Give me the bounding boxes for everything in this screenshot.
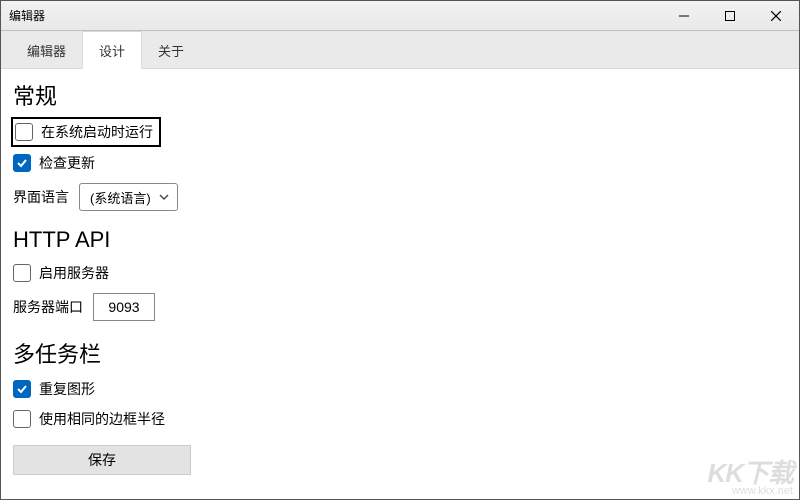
enable-server-label: 启用服务器 xyxy=(39,263,109,283)
same-radius-label: 使用相同的边框半径 xyxy=(39,409,165,429)
run-on-startup-row[interactable]: 在系统启动时运行 xyxy=(13,119,159,145)
maximize-button[interactable] xyxy=(707,1,753,30)
run-on-startup-label: 在系统启动时运行 xyxy=(41,122,153,142)
save-button-label: 保存 xyxy=(88,450,116,470)
section-general: 常规 在系统启动时运行 检查更新 界面语言 (系统语言) xyxy=(13,79,795,213)
window-controls xyxy=(661,1,799,30)
enable-server-checkbox[interactable] xyxy=(13,264,31,282)
save-button[interactable]: 保存 xyxy=(13,445,191,475)
repeat-shape-checkbox[interactable] xyxy=(13,380,31,398)
check-updates-label: 检查更新 xyxy=(39,153,95,173)
tab-editor[interactable]: 编辑器 xyxy=(11,32,82,68)
titlebar: 编辑器 xyxy=(1,1,799,31)
section-http-api: HTTP API 启用服务器 服务器端口 xyxy=(13,227,795,323)
chevron-down-icon xyxy=(159,194,169,200)
content-area[interactable]: 常规 在系统启动时运行 检查更新 界面语言 (系统语言) xyxy=(1,69,799,499)
server-port-row: 服务器端口 xyxy=(13,291,795,323)
app-window: 编辑器 编辑器 设计 关于 常规 在系 xyxy=(0,0,800,500)
language-row: 界面语言 (系统语言) xyxy=(13,181,795,213)
tabbar: 编辑器 设计 关于 xyxy=(1,31,799,69)
section-multi-taskbar: 多任务栏 重复图形 使用相同的边框半径 xyxy=(13,337,795,431)
repeat-shape-row[interactable]: 重复图形 xyxy=(13,377,795,401)
check-updates-checkbox[interactable] xyxy=(13,154,31,172)
language-select[interactable]: (系统语言) xyxy=(79,183,178,211)
section-http-api-title: HTTP API xyxy=(13,227,795,253)
repeat-shape-label: 重复图形 xyxy=(39,379,95,399)
tab-about[interactable]: 关于 xyxy=(142,32,200,68)
run-on-startup-checkbox[interactable] xyxy=(15,123,33,141)
check-updates-row[interactable]: 检查更新 xyxy=(13,151,795,175)
server-port-input[interactable] xyxy=(93,293,155,321)
enable-server-row[interactable]: 启用服务器 xyxy=(13,261,795,285)
tab-design[interactable]: 设计 xyxy=(82,31,142,69)
same-radius-checkbox[interactable] xyxy=(13,410,31,428)
section-multi-taskbar-title: 多任务栏 xyxy=(13,337,795,369)
server-port-label: 服务器端口 xyxy=(13,297,83,317)
language-value: (系统语言) xyxy=(90,188,151,207)
window-title: 编辑器 xyxy=(1,7,45,24)
minimize-button[interactable] xyxy=(661,1,707,30)
close-button[interactable] xyxy=(753,1,799,30)
same-radius-row[interactable]: 使用相同的边框半径 xyxy=(13,407,795,431)
language-label: 界面语言 xyxy=(13,187,69,207)
section-general-title: 常规 xyxy=(13,79,795,111)
